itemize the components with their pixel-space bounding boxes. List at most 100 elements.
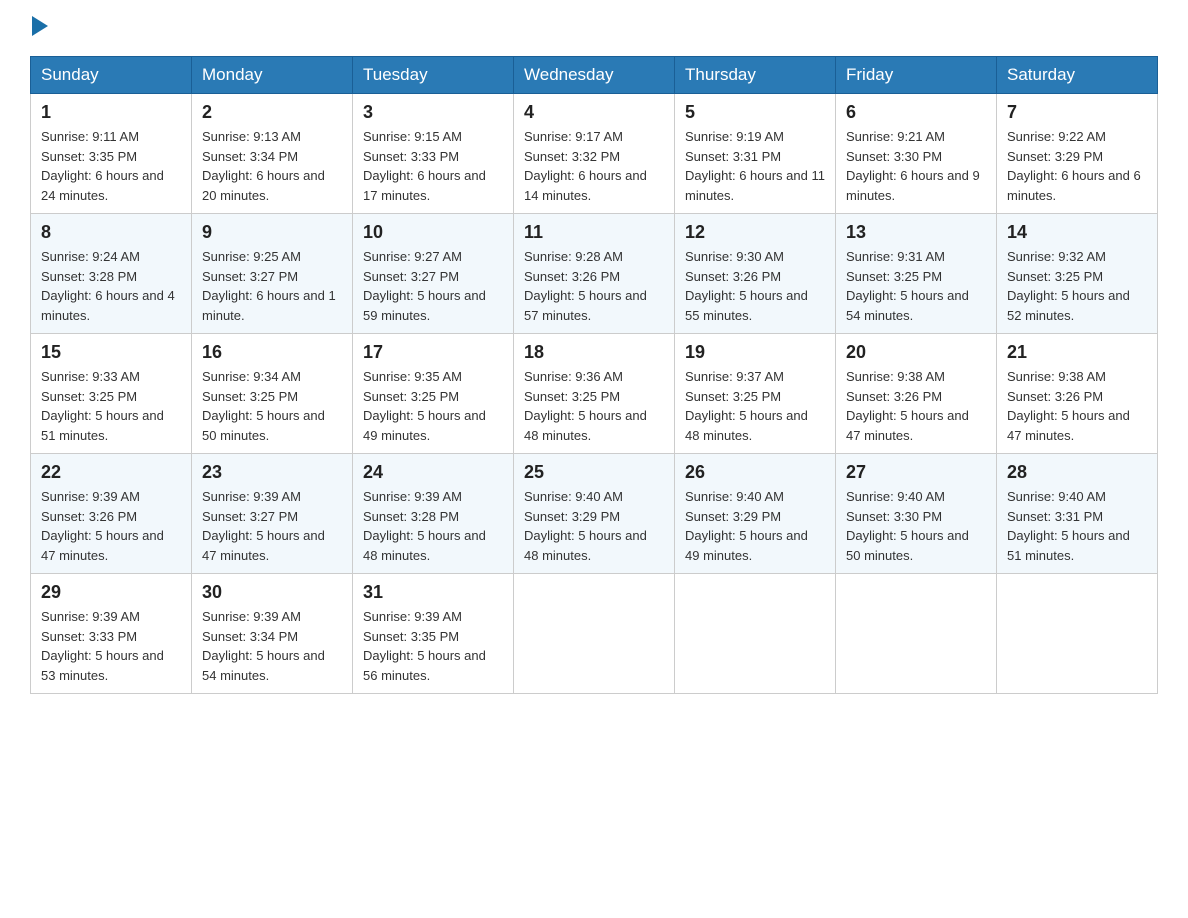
day-number: 30 (202, 582, 342, 603)
calendar-header: SundayMondayTuesdayWednesdayThursdayFrid… (31, 57, 1158, 94)
header-cell-saturday: Saturday (997, 57, 1158, 94)
day-info: Sunrise: 9:30 AMSunset: 3:26 PMDaylight:… (685, 247, 825, 325)
day-info: Sunrise: 9:39 AMSunset: 3:35 PMDaylight:… (363, 607, 503, 685)
day-info: Sunrise: 9:25 AMSunset: 3:27 PMDaylight:… (202, 247, 342, 325)
day-number: 22 (41, 462, 181, 483)
day-number: 31 (363, 582, 503, 603)
calendar-cell: 20 Sunrise: 9:38 AMSunset: 3:26 PMDayligh… (836, 334, 997, 454)
calendar-cell (997, 574, 1158, 694)
day-number: 28 (1007, 462, 1147, 483)
day-info: Sunrise: 9:24 AMSunset: 3:28 PMDaylight:… (41, 247, 181, 325)
day-info: Sunrise: 9:40 AMSunset: 3:31 PMDaylight:… (1007, 487, 1147, 565)
header-cell-tuesday: Tuesday (353, 57, 514, 94)
day-info: Sunrise: 9:38 AMSunset: 3:26 PMDaylight:… (1007, 367, 1147, 445)
day-info: Sunrise: 9:39 AMSunset: 3:33 PMDaylight:… (41, 607, 181, 685)
calendar-cell: 3 Sunrise: 9:15 AMSunset: 3:33 PMDaylight… (353, 94, 514, 214)
calendar-cell: 7Sunrise: 9:22 AMSunset: 3:29 PMDaylight… (997, 94, 1158, 214)
calendar-cell: 10 Sunrise: 9:27 AMSunset: 3:27 PMDayligh… (353, 214, 514, 334)
calendar-cell: 23 Sunrise: 9:39 AMSunset: 3:27 PMDayligh… (192, 454, 353, 574)
week-row-4: 22 Sunrise: 9:39 AMSunset: 3:26 PMDayligh… (31, 454, 1158, 574)
page-header (30, 20, 1158, 36)
calendar-cell: 25 Sunrise: 9:40 AMSunset: 3:29 PMDayligh… (514, 454, 675, 574)
calendar-cell: 18 Sunrise: 9:36 AMSunset: 3:25 PMDayligh… (514, 334, 675, 454)
day-info: Sunrise: 9:34 AMSunset: 3:25 PMDaylight:… (202, 367, 342, 445)
header-cell-monday: Monday (192, 57, 353, 94)
calendar-cell: 26Sunrise: 9:40 AMSunset: 3:29 PMDayligh… (675, 454, 836, 574)
day-info: Sunrise: 9:36 AMSunset: 3:25 PMDaylight:… (524, 367, 664, 445)
calendar-cell: 9 Sunrise: 9:25 AMSunset: 3:27 PMDaylight… (192, 214, 353, 334)
day-info: Sunrise: 9:35 AMSunset: 3:25 PMDaylight:… (363, 367, 503, 445)
day-number: 17 (363, 342, 503, 363)
day-info: Sunrise: 9:37 AMSunset: 3:25 PMDaylight:… (685, 367, 825, 445)
calendar-cell: 16 Sunrise: 9:34 AMSunset: 3:25 PMDayligh… (192, 334, 353, 454)
calendar-cell: 17 Sunrise: 9:35 AMSunset: 3:25 PMDayligh… (353, 334, 514, 454)
day-number: 24 (363, 462, 503, 483)
day-info: Sunrise: 9:13 AMSunset: 3:34 PMDaylight:… (202, 127, 342, 205)
day-info: Sunrise: 9:22 AMSunset: 3:29 PMDaylight:… (1007, 127, 1147, 205)
calendar-cell: 5 Sunrise: 9:19 AMSunset: 3:31 PMDaylight… (675, 94, 836, 214)
day-info: Sunrise: 9:39 AMSunset: 3:28 PMDaylight:… (363, 487, 503, 565)
day-number: 23 (202, 462, 342, 483)
day-number: 16 (202, 342, 342, 363)
header-cell-friday: Friday (836, 57, 997, 94)
day-info: Sunrise: 9:33 AMSunset: 3:25 PMDaylight:… (41, 367, 181, 445)
calendar-cell: 6 Sunrise: 9:21 AMSunset: 3:30 PMDaylight… (836, 94, 997, 214)
day-info: Sunrise: 9:39 AMSunset: 3:34 PMDaylight:… (202, 607, 342, 685)
calendar-cell: 14 Sunrise: 9:32 AMSunset: 3:25 PMDayligh… (997, 214, 1158, 334)
day-number: 3 (363, 102, 503, 123)
day-info: Sunrise: 9:28 AMSunset: 3:26 PMDaylight:… (524, 247, 664, 325)
calendar-cell: 28 Sunrise: 9:40 AMSunset: 3:31 PMDayligh… (997, 454, 1158, 574)
calendar-cell (836, 574, 997, 694)
day-number: 12 (685, 222, 825, 243)
day-info: Sunrise: 9:32 AMSunset: 3:25 PMDaylight:… (1007, 247, 1147, 325)
day-info: Sunrise: 9:31 AMSunset: 3:25 PMDaylight:… (846, 247, 986, 325)
calendar-cell: 24 Sunrise: 9:39 AMSunset: 3:28 PMDayligh… (353, 454, 514, 574)
logo (30, 20, 48, 36)
day-info: Sunrise: 9:17 AMSunset: 3:32 PMDaylight:… (524, 127, 664, 205)
calendar-table: SundayMondayTuesdayWednesdayThursdayFrid… (30, 56, 1158, 694)
calendar-cell: 30 Sunrise: 9:39 AMSunset: 3:34 PMDayligh… (192, 574, 353, 694)
day-number: 25 (524, 462, 664, 483)
calendar-cell: 13Sunrise: 9:31 AMSunset: 3:25 PMDayligh… (836, 214, 997, 334)
day-number: 6 (846, 102, 986, 123)
day-info: Sunrise: 9:27 AMSunset: 3:27 PMDaylight:… (363, 247, 503, 325)
day-info: Sunrise: 9:39 AMSunset: 3:27 PMDaylight:… (202, 487, 342, 565)
header-cell-sunday: Sunday (31, 57, 192, 94)
day-number: 14 (1007, 222, 1147, 243)
day-info: Sunrise: 9:11 AMSunset: 3:35 PMDaylight:… (41, 127, 181, 205)
day-number: 5 (685, 102, 825, 123)
day-info: Sunrise: 9:39 AMSunset: 3:26 PMDaylight:… (41, 487, 181, 565)
week-row-5: 29 Sunrise: 9:39 AMSunset: 3:33 PMDayligh… (31, 574, 1158, 694)
day-info: Sunrise: 9:15 AMSunset: 3:33 PMDaylight:… (363, 127, 503, 205)
calendar-cell: 21Sunrise: 9:38 AMSunset: 3:26 PMDayligh… (997, 334, 1158, 454)
day-number: 1 (41, 102, 181, 123)
calendar-body: 1 Sunrise: 9:11 AMSunset: 3:35 PMDaylight… (31, 94, 1158, 694)
day-number: 18 (524, 342, 664, 363)
day-number: 8 (41, 222, 181, 243)
calendar-cell (675, 574, 836, 694)
calendar-cell (514, 574, 675, 694)
day-info: Sunrise: 9:40 AMSunset: 3:29 PMDaylight:… (524, 487, 664, 565)
day-info: Sunrise: 9:38 AMSunset: 3:26 PMDaylight:… (846, 367, 986, 445)
calendar-cell: 12 Sunrise: 9:30 AMSunset: 3:26 PMDayligh… (675, 214, 836, 334)
week-row-3: 15Sunrise: 9:33 AMSunset: 3:25 PMDayligh… (31, 334, 1158, 454)
day-number: 20 (846, 342, 986, 363)
day-number: 11 (524, 222, 664, 243)
day-number: 19 (685, 342, 825, 363)
calendar-cell: 31 Sunrise: 9:39 AMSunset: 3:35 PMDayligh… (353, 574, 514, 694)
day-number: 29 (41, 582, 181, 603)
header-cell-wednesday: Wednesday (514, 57, 675, 94)
logo-arrow-icon (32, 16, 48, 36)
day-number: 2 (202, 102, 342, 123)
day-info: Sunrise: 9:19 AMSunset: 3:31 PMDaylight:… (685, 127, 825, 205)
day-info: Sunrise: 9:21 AMSunset: 3:30 PMDaylight:… (846, 127, 986, 205)
week-row-1: 1 Sunrise: 9:11 AMSunset: 3:35 PMDaylight… (31, 94, 1158, 214)
day-number: 10 (363, 222, 503, 243)
calendar-cell: 8 Sunrise: 9:24 AMSunset: 3:28 PMDaylight… (31, 214, 192, 334)
day-info: Sunrise: 9:40 AMSunset: 3:29 PMDaylight:… (685, 487, 825, 565)
header-cell-thursday: Thursday (675, 57, 836, 94)
calendar-cell: 4Sunrise: 9:17 AMSunset: 3:32 PMDaylight… (514, 94, 675, 214)
calendar-cell: 2 Sunrise: 9:13 AMSunset: 3:34 PMDaylight… (192, 94, 353, 214)
day-info: Sunrise: 9:40 AMSunset: 3:30 PMDaylight:… (846, 487, 986, 565)
day-number: 9 (202, 222, 342, 243)
